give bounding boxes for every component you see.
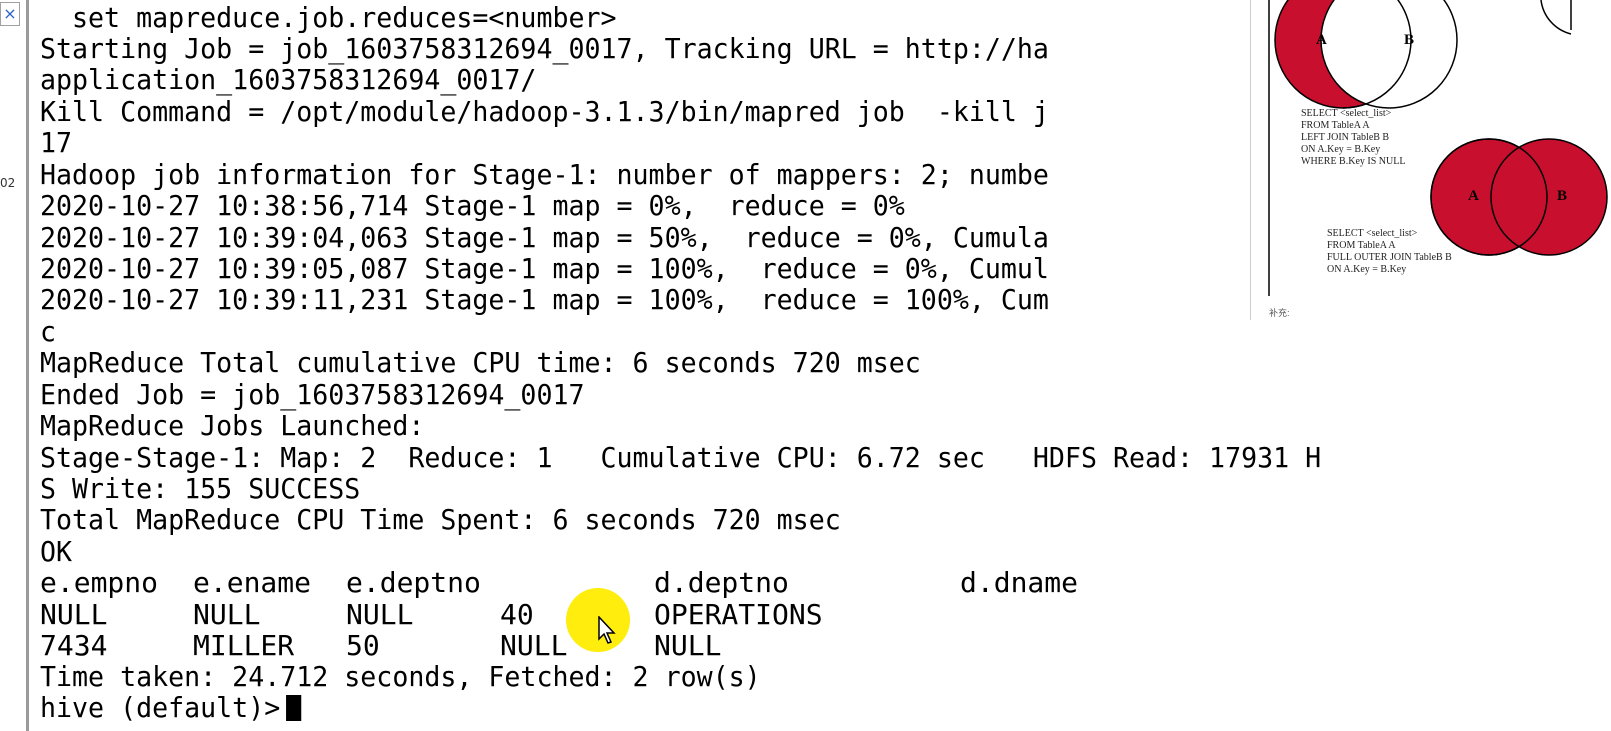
terminal-line: 2020-10-27 10:38:56,714 Stage-1 map = 0%… (40, 189, 905, 222)
terminal-line: Starting Job = job_1603758312694_0017, T… (40, 32, 1049, 65)
terminal-line: Stage-Stage-1: Map: 2 Reduce: 1 Cumulati… (40, 441, 1322, 474)
terminal-line: Total MapReduce CPU Time Spent: 6 second… (40, 503, 841, 536)
result-header: d.dname (960, 566, 1079, 599)
result-cell: NULL (500, 629, 568, 662)
result-cell: OPERATIONS (654, 598, 823, 631)
time-taken-line: Time taken: 24.712 seconds, Fetched: 2 r… (40, 660, 761, 693)
terminal-line: application_1603758312694_0017/ (40, 63, 537, 96)
mouse-pointer-icon (598, 616, 616, 644)
terminal-line: Hadoop job information for Stage-1: numb… (40, 158, 1049, 191)
prompt-line[interactable]: hive (default)> (40, 691, 302, 724)
terminal-line: 2020-10-27 10:39:05,087 Stage-1 map = 10… (40, 252, 1049, 285)
left-panel-number: 02 (0, 176, 16, 190)
result-header: d.deptno (654, 566, 789, 599)
terminal-line: Ended Job = job_1603758312694_0017 (40, 378, 585, 411)
terminal-line: OK (40, 535, 73, 568)
panel-divider[interactable] (26, 0, 29, 731)
left-join-sql: SELECT <select_list> FROM TableA A LEFT … (1301, 108, 1406, 167)
join-diagram-overlay: A B SELECT <select_list> FROM TableA A L… (1250, 0, 1611, 320)
result-header: e.ename (193, 566, 312, 599)
terminal-line: c (40, 315, 57, 348)
result-cell: NULL (193, 598, 261, 631)
venn-label-a: A (1468, 188, 1479, 204)
terminal-line: 17 (40, 126, 73, 159)
full-outer-join-sql: SELECT <select_list> FROM TableA A FULL … (1327, 228, 1452, 275)
result-header: e.empno (40, 566, 159, 599)
result-header: e.deptno (346, 566, 481, 599)
result-cell: NULL (40, 598, 108, 631)
venn-label-b: B (1404, 32, 1415, 48)
full-outer-join-diagram (1430, 138, 1608, 256)
circle-b (1490, 138, 1608, 256)
overlay-caption: 补充: (1269, 308, 1290, 318)
result-cell: 40 (500, 598, 534, 631)
left-join-diagram (1274, 0, 1458, 109)
result-cell: NULL (346, 598, 414, 631)
terminal-line: 2020-10-27 10:39:04,063 Stage-1 map = 50… (40, 221, 1049, 254)
terminal-line: set mapreduce.job.reduces=<number> (40, 2, 617, 34)
terminal-line: Kill Command = /opt/module/hadoop-3.1.3/… (40, 95, 1049, 128)
venn-label-b: B (1557, 188, 1568, 204)
text-cursor (285, 695, 302, 721)
close-icon[interactable]: × (0, 2, 20, 26)
terminal-line: 2020-10-27 10:39:11,231 Stage-1 map = 10… (40, 283, 1049, 316)
result-cell: NULL (654, 629, 722, 662)
result-cell: MILLER (193, 629, 295, 662)
terminal-line: S Write: 155 SUCCESS (40, 472, 361, 505)
terminal-line: MapReduce Total cumulative CPU time: 6 s… (40, 346, 921, 379)
terminal-line: MapReduce Jobs Launched: (40, 409, 425, 442)
venn-label-a: A (1316, 32, 1327, 48)
left-panel: × 02 (0, 0, 22, 731)
result-cell: 7434 (40, 629, 108, 662)
extra-diagram-partial (1540, 0, 1572, 35)
result-cell: 50 (346, 629, 380, 662)
shell-prompt: hive (default)> (40, 691, 281, 724)
